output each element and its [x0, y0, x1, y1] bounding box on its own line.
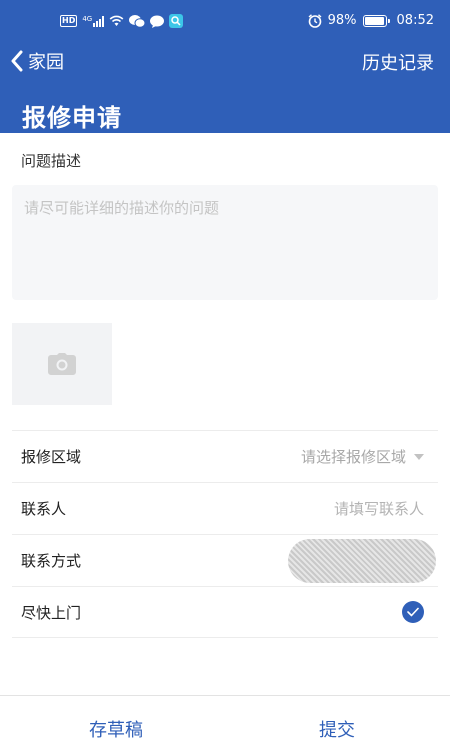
area-select[interactable]: 请选择报修区域: [301, 446, 424, 467]
phone-input-redacted[interactable]: [288, 539, 436, 583]
contact-row: 联系人: [12, 482, 438, 534]
battery-percent: 98%: [327, 13, 357, 28]
history-button[interactable]: 历史记录: [362, 49, 434, 75]
wechat-icon: [129, 14, 146, 28]
description-input[interactable]: [12, 185, 438, 300]
status-right: 98% 08:52: [308, 13, 434, 28]
submit-button[interactable]: 提交: [319, 716, 355, 742]
contact-label: 联系人: [21, 500, 67, 518]
back-label: 家园: [28, 52, 64, 73]
phone-label: 联系方式: [21, 552, 82, 570]
battery-icon: [362, 14, 390, 27]
status-left-icons: HD 4G: [60, 14, 184, 28]
wifi-icon: [109, 15, 124, 26]
area-label: 报修区域: [21, 448, 82, 466]
app-header: HD 4G 98% 08:52 家园 历史记录 报修申请: [0, 0, 450, 133]
status-bar: HD 4G 98% 08:52: [0, 0, 450, 44]
urgent-row: 尽快上门: [12, 586, 438, 638]
page-title: 报修申请: [22, 104, 122, 132]
area-row[interactable]: 报修区域 请选择报修区域: [12, 430, 438, 482]
save-draft-button[interactable]: 存草稿: [89, 716, 143, 742]
nav-bar: 家园 历史记录: [0, 44, 450, 80]
chevron-left-icon: [11, 50, 23, 72]
back-button[interactable]: 家园: [10, 48, 64, 74]
search-app-icon: [169, 14, 184, 28]
add-photo-button[interactable]: [12, 323, 112, 405]
phone-row: 联系方式: [12, 534, 438, 586]
area-placeholder: 请选择报修区域: [300, 448, 406, 466]
camera-icon: [48, 353, 76, 375]
network-type-label: 4G: [82, 14, 93, 23]
signal-icon: 4G: [82, 14, 105, 27]
hd-icon: HD: [60, 15, 78, 27]
check-icon: [407, 607, 419, 617]
contact-input[interactable]: [224, 499, 424, 518]
caret-down-icon: [414, 453, 424, 460]
urgent-checkbox[interactable]: [402, 601, 424, 623]
chat-icon: [150, 15, 165, 28]
description-label: 问题描述: [21, 152, 82, 170]
bottom-action-bar: 存草稿 提交: [0, 695, 450, 750]
alarm-icon: [308, 13, 322, 28]
urgent-label: 尽快上门: [21, 603, 82, 622]
clock: 08:52: [396, 13, 434, 28]
